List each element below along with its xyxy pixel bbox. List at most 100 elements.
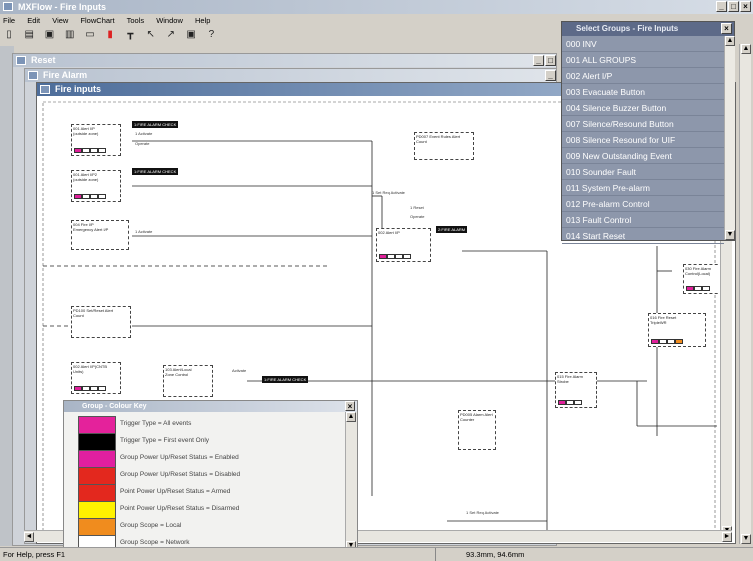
colour-key-close-button[interactable]: × bbox=[345, 401, 355, 411]
fire-alarm-check-tag[interactable]: 1:FIRE ALARM CHECK bbox=[132, 168, 179, 175]
node-subtitle: Units) bbox=[73, 369, 84, 374]
select-groups-title: Select Groups - Fire Inputs bbox=[576, 24, 679, 33]
menu-view[interactable]: View bbox=[52, 16, 68, 25]
colour-key-title: Group - Colour Key bbox=[82, 403, 147, 410]
main-vertical-scrollbar[interactable]: ▲ ▼ bbox=[739, 44, 751, 544]
groups-scroll-up-button[interactable]: ▲ bbox=[725, 36, 735, 46]
group-item[interactable]: 004 Silence Buzzer Button bbox=[562, 100, 724, 116]
colour-key-title-bar[interactable]: Group - Colour Key × bbox=[64, 401, 357, 412]
window-icon bbox=[16, 56, 26, 65]
menu-edit[interactable]: Edit bbox=[27, 16, 40, 25]
group-item[interactable]: 007 Silence/Resound Button bbox=[562, 116, 724, 132]
node-status-cells bbox=[686, 286, 710, 291]
flow-label: 1 Activate bbox=[135, 131, 153, 136]
cursor-icon[interactable]: ↖ bbox=[144, 28, 158, 41]
menu-window[interactable]: Window bbox=[156, 16, 183, 25]
flow-node[interactable]: 015 Fire Alarm Strobe bbox=[555, 372, 597, 408]
node-status-cells bbox=[558, 400, 582, 405]
flow-label: Operate bbox=[410, 214, 425, 219]
group-item[interactable]: 002 Alert I/P bbox=[562, 68, 724, 84]
flow-node[interactable]: 002 Alert I/P(CNTB Units) bbox=[71, 362, 121, 394]
flow-node[interactable]: PD100 Set/Reset Alert Count bbox=[71, 306, 131, 338]
maximize-button[interactable]: □ bbox=[728, 1, 739, 12]
colour-key-label: Group Scope = Network bbox=[120, 539, 190, 546]
fire-alarm-window-title: Fire Alarm bbox=[43, 70, 88, 80]
fire-alarm-tag[interactable]: 2:FIRE ALARM bbox=[436, 226, 468, 233]
flow-node[interactable]: 002 Alert I/P bbox=[376, 228, 431, 262]
node-title: 002 Alert I/P bbox=[378, 230, 400, 235]
tree-icon[interactable]: ┳ bbox=[123, 28, 137, 41]
node-status-cells bbox=[74, 386, 106, 391]
print-icon[interactable]: ▥ bbox=[63, 28, 77, 41]
chart-icon[interactable]: ↗ bbox=[164, 28, 178, 41]
new-icon[interactable]: ▯ bbox=[2, 28, 16, 41]
node-subtitle: Counter bbox=[460, 417, 475, 422]
preview-icon[interactable]: ▭ bbox=[83, 28, 97, 41]
groups-scrollbar[interactable]: ▲ ▼ bbox=[724, 36, 735, 240]
flow-node[interactable]: 030 Fire Alarm Control(Local) bbox=[683, 264, 723, 294]
group-item[interactable]: 010 Sounder Fault bbox=[562, 164, 724, 180]
reset-window-title-bar[interactable]: Reset _ □ bbox=[13, 54, 556, 67]
colour-key-label: Point Power Up/Reset Status = Armed bbox=[120, 488, 231, 495]
colour-key-label: Trigger Type = All events bbox=[120, 420, 192, 427]
menu-flowchart[interactable]: FlowChart bbox=[80, 16, 114, 25]
flow-label: 1 Set Req Activate bbox=[372, 190, 405, 195]
group-item[interactable]: 012 Pre-alarm Control bbox=[562, 196, 724, 212]
groups-scroll-down-button[interactable]: ▼ bbox=[725, 230, 735, 240]
minimize-button[interactable]: _ bbox=[716, 1, 727, 12]
flow-label: Operate bbox=[135, 141, 150, 146]
save-icon[interactable]: ▣ bbox=[42, 28, 56, 41]
group-item[interactable]: 011 System Pre-alarm bbox=[562, 180, 724, 196]
main-scroll-up-button[interactable]: ▲ bbox=[741, 44, 751, 54]
group-item[interactable]: 013 Fault Control bbox=[562, 212, 724, 228]
reset-minimize-button[interactable]: _ bbox=[533, 55, 544, 66]
colour-key-scroll-up-button[interactable]: ▲ bbox=[346, 412, 356, 422]
reset-window-title: Reset bbox=[31, 55, 56, 65]
colour-key-scrollbar[interactable]: ▲ ▼ bbox=[345, 412, 357, 551]
close-button[interactable]: × bbox=[740, 1, 751, 12]
menu-help[interactable]: Help bbox=[195, 16, 210, 25]
scroll-left-button[interactable]: ◄ bbox=[24, 532, 34, 542]
colour-key-label: Group Scope = Local bbox=[120, 522, 182, 529]
reset-restore-button[interactable]: □ bbox=[545, 55, 556, 66]
flow-node[interactable]: PD007 Event Rules Alert Count bbox=[414, 132, 474, 160]
flow-node[interactable]: 004 Fire I/P Emergency Alert I/P bbox=[71, 220, 129, 250]
main-scroll-down-button[interactable]: ▼ bbox=[741, 534, 751, 544]
window-icon bbox=[40, 85, 50, 94]
group-item[interactable]: 001 ALL GROUPS bbox=[562, 52, 724, 68]
flow-node[interactable]: 016 Fire Reset TripleWR bbox=[648, 313, 706, 347]
node-subtitle: (outside zone) bbox=[73, 131, 99, 136]
save2-icon[interactable]: ▣ bbox=[184, 28, 198, 41]
flow-node[interactable]: 103 Alert/Local Zone Control bbox=[163, 365, 213, 397]
flow-label: 1 Set Req Activate bbox=[466, 510, 499, 515]
flow-node[interactable]: 001 Alert I/P (outside zone) bbox=[71, 124, 121, 156]
fire-inputs-window-title: Fire inputs bbox=[55, 84, 102, 94]
fire-alarm-minimize-button[interactable]: _ bbox=[545, 70, 556, 81]
app-icon bbox=[3, 2, 13, 11]
fire-alarm-check-tag[interactable]: 1:FIRE ALARM CHECK bbox=[262, 376, 309, 383]
select-groups-title-bar[interactable]: Select Groups - Fire Inputs × bbox=[562, 22, 734, 36]
node-subtitle: Emergency Alert I/P bbox=[73, 227, 109, 232]
flow-node[interactable]: PD005 Alarm Alert Counter bbox=[458, 410, 496, 450]
menu-file[interactable]: File bbox=[3, 16, 15, 25]
select-groups-close-button[interactable]: × bbox=[721, 23, 732, 34]
group-item[interactable]: 008 Silence Resound for UIF bbox=[562, 132, 724, 148]
node-subtitle: (outside zone) bbox=[73, 177, 99, 182]
node-subtitle: Strobe bbox=[557, 379, 569, 384]
open-icon[interactable]: ▤ bbox=[22, 28, 36, 41]
flow-node[interactable]: 001 Alert I/P2 (outside zone) bbox=[71, 170, 121, 202]
fire-alarm-window-title-bar[interactable]: Fire Alarm _ bbox=[25, 69, 556, 82]
colour-key-label: Group Power Up/Reset Status = Disabled bbox=[120, 471, 241, 478]
group-item[interactable]: 000 INV bbox=[562, 36, 724, 52]
group-item[interactable]: 009 New Outstanding Event bbox=[562, 148, 724, 164]
group-item[interactable]: 003 Evacuate Button bbox=[562, 84, 724, 100]
help-icon[interactable]: ? bbox=[204, 28, 218, 41]
scroll-right-button[interactable]: ► bbox=[722, 532, 732, 542]
menu-tools[interactable]: Tools bbox=[127, 16, 145, 25]
groups-list: 000 INV 001 ALL GROUPS 002 Alert I/P 003… bbox=[562, 36, 724, 244]
flow-label: Activate bbox=[232, 368, 247, 373]
status-coordinates: 93.3mm, 94.6mm bbox=[435, 548, 595, 561]
fire-icon[interactable]: ▮ bbox=[103, 28, 117, 41]
group-item[interactable]: 014 Start Reset bbox=[562, 228, 724, 244]
fire-alarm-check-tag[interactable]: 1:FIRE ALARM CHECK bbox=[132, 121, 179, 128]
